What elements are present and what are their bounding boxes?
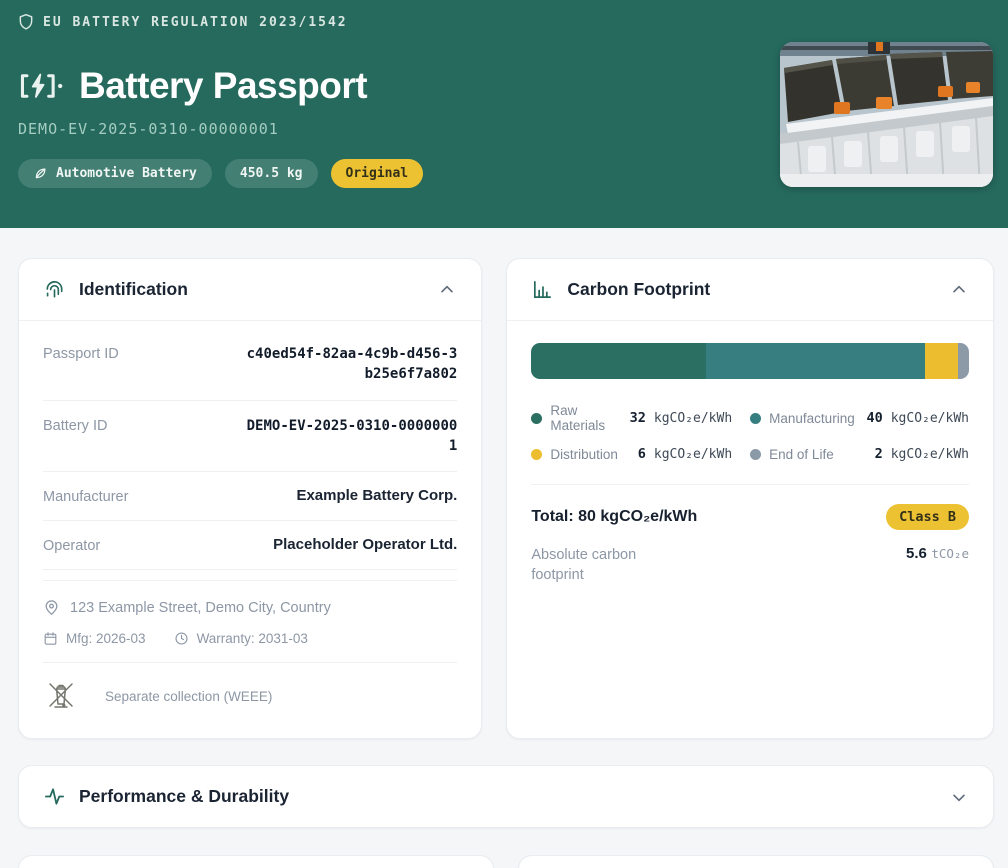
- carbon-stacked-bar: [531, 343, 969, 379]
- legend-end-of-life: End of Life 2 kgCO₂e/kWh: [750, 446, 969, 462]
- legend-dot-raw-materials: [531, 413, 542, 424]
- clock-icon: [174, 631, 189, 646]
- legend-label: Manufacturing: [769, 411, 855, 426]
- weight-badge-label: 450.5 kg: [240, 166, 303, 181]
- page-title: Battery Passport: [79, 65, 367, 107]
- materials-card-header[interactable]: Materials & Composition: [19, 856, 493, 868]
- materials-card: Materials & Composition: [18, 855, 494, 868]
- legend-dot-distribution: [531, 449, 542, 460]
- legend-value: 2: [863, 446, 883, 462]
- passport-id-label: Passport ID: [43, 344, 119, 362]
- fingerprint-icon: [43, 278, 66, 301]
- identification-collapse-button[interactable]: [437, 280, 457, 300]
- leaf-icon: [33, 166, 48, 181]
- absolute-carbon-value: 5.6 tCO₂e: [906, 545, 969, 586]
- performance-expand-button[interactable]: [949, 787, 969, 807]
- battery-id-label: Battery ID: [43, 416, 107, 434]
- identification-card-header[interactable]: Identification: [19, 259, 481, 321]
- weight-badge: 450.5 kg: [225, 159, 318, 188]
- bar-segment-manufacturing: [706, 343, 925, 379]
- legend-label: Distribution: [550, 447, 618, 462]
- legend-value: 32: [626, 410, 646, 426]
- weee-row: Separate collection (WEEE): [43, 663, 457, 724]
- legend-unit: kgCO₂e/kWh: [654, 447, 732, 462]
- performance-card: Performance & Durability: [18, 765, 994, 828]
- legend-unit: kgCO₂e/kWh: [654, 411, 732, 426]
- bar-chart-icon: [531, 278, 554, 301]
- weee-text: Separate collection (WEEE): [105, 689, 272, 704]
- bar-segment-distribution: [925, 343, 958, 379]
- legend-distribution: Distribution 6 kgCO₂e/kWh: [531, 446, 732, 462]
- circularity-card: Circularity & Recycled Content: [518, 855, 994, 868]
- legend-unit: kgCO₂e/kWh: [891, 411, 969, 426]
- manufacturer-row: Manufacturer Example Battery Corp.: [43, 472, 457, 521]
- shield-icon: [18, 13, 34, 31]
- circularity-card-header[interactable]: Circularity & Recycled Content: [519, 856, 993, 868]
- absolute-value-unit: tCO₂e: [931, 546, 969, 561]
- absolute-value-number: 5.6: [906, 545, 927, 562]
- passport-id-row: Passport ID c40ed54f-82aa-4c9b-d456-3b25…: [43, 329, 457, 401]
- carbon-class-badge: Class B: [886, 504, 969, 530]
- category-badge-label: Automotive Battery: [56, 166, 197, 181]
- warranty-date: Warranty: 2031-03: [174, 631, 308, 646]
- legend-manufacturing: Manufacturing 40 kgCO₂e/kWh: [750, 403, 969, 433]
- performance-title: Performance & Durability: [79, 786, 936, 807]
- dates-line: Mfg: 2026-03 Warranty: 2031-03: [43, 631, 457, 646]
- main-content: Identification Passport ID c40ed54f-82aa…: [0, 228, 1008, 868]
- category-badge: Automotive Battery: [18, 159, 212, 188]
- passport-id-value: c40ed54f-82aa-4c9b-d456-3b25e6f7a802: [245, 344, 457, 385]
- legend-value: 40: [863, 410, 883, 426]
- carbon-total-text: Total: 80 kgCO₂e/kWh: [531, 508, 697, 526]
- battery-logo-icon: [18, 70, 64, 102]
- battery-id-row: Battery ID DEMO-EV-2025-0310-00000001: [43, 401, 457, 473]
- carbon-legend: Raw Materials 32 kgCO₂e/kWh Manufacturin…: [531, 403, 969, 462]
- address-text: 123 Example Street, Demo City, Country: [70, 600, 331, 616]
- identification-card: Identification Passport ID c40ed54f-82aa…: [18, 258, 482, 739]
- regulation-label: EU BATTERY REGULATION 2023/1542: [43, 15, 348, 30]
- calendar-icon: [43, 631, 58, 646]
- map-pin-icon: [43, 599, 60, 616]
- absolute-carbon-row: Absolute carbon footprint 5.6 tCO₂e: [531, 545, 969, 586]
- operator-label: Operator: [43, 536, 100, 554]
- manufacturer-value: Example Battery Corp.: [296, 487, 457, 504]
- operator-row: Operator Placeholder Operator Ltd.: [43, 521, 457, 570]
- hero-header: EU BATTERY REGULATION 2023/1542 Battery …: [0, 0, 1008, 228]
- legend-value: 6: [626, 446, 646, 462]
- battery-id-value: DEMO-EV-2025-0310-00000001: [245, 416, 457, 457]
- warranty-date-text: Warranty: 2031-03: [197, 631, 308, 646]
- bar-segment-end-of-life: [958, 343, 969, 379]
- address-line: 123 Example Street, Demo City, Country: [43, 599, 457, 616]
- performance-card-header[interactable]: Performance & Durability: [19, 766, 993, 827]
- mfg-date-text: Mfg: 2026-03: [66, 631, 146, 646]
- battery-pack-photo: [780, 42, 993, 187]
- absolute-carbon-label: Absolute carbon footprint: [531, 545, 681, 586]
- manufacturer-label: Manufacturer: [43, 487, 128, 505]
- identification-meta: 123 Example Street, Demo City, Country: [43, 580, 457, 663]
- status-badge: Original: [331, 159, 424, 188]
- carbon-card-header[interactable]: Carbon Footprint: [507, 259, 993, 321]
- legend-label: End of Life: [769, 447, 855, 462]
- activity-icon: [43, 785, 66, 808]
- legend-dot-manufacturing: [750, 413, 761, 424]
- regulation-banner: EU BATTERY REGULATION 2023/1542: [18, 0, 990, 31]
- status-badge-label: Original: [346, 166, 409, 181]
- bar-segment-raw-materials: [531, 343, 706, 379]
- carbon-footprint-card: Carbon Footprint Raw Materials 32 kgCO₂e…: [506, 258, 994, 739]
- legend-label: Raw Materials: [550, 403, 618, 433]
- identification-title: Identification: [79, 279, 424, 300]
- carbon-title: Carbon Footprint: [567, 279, 936, 300]
- operator-value: Placeholder Operator Ltd.: [273, 536, 457, 553]
- mfg-date: Mfg: 2026-03: [43, 631, 146, 646]
- carbon-collapse-button[interactable]: [949, 280, 969, 300]
- carbon-total-row: Total: 80 kgCO₂e/kWh Class B: [531, 484, 969, 530]
- weee-bin-icon: [43, 678, 79, 714]
- legend-dot-end-of-life: [750, 449, 761, 460]
- legend-unit: kgCO₂e/kWh: [891, 447, 969, 462]
- legend-raw-materials: Raw Materials 32 kgCO₂e/kWh: [531, 403, 732, 433]
